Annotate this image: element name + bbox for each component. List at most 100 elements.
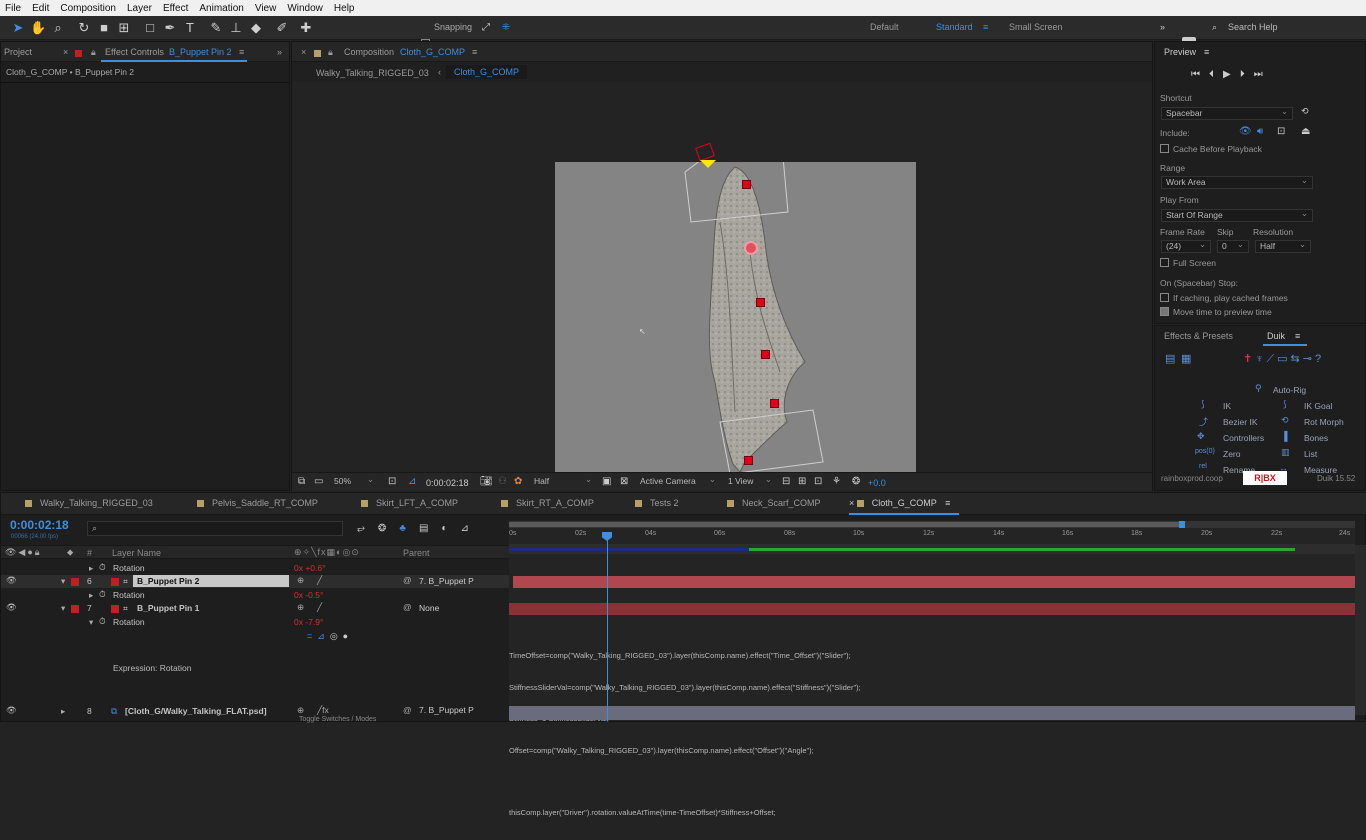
timeline-tab[interactable]: Skirt_RT_A_COMP [501,498,594,508]
clone-stamp-tool-icon[interactable]: ⊥ [228,20,244,36]
timeline-tab[interactable]: Tests 2 [635,498,679,508]
camera-tool-icon[interactable]: ■ [96,20,112,36]
composition-mini-flowchart-icon[interactable]: ⥂ [357,523,378,534]
comp-timecode[interactable]: 0:00:02:18 [426,478,469,488]
list-icon[interactable]: ▥ [1281,447,1290,458]
full-screen-checkbox[interactable] [1160,258,1169,267]
auto-rig-icon[interactable]: ⚲ [1255,383,1262,394]
layer-row[interactable]: 👁︎ ▾ 7 ⌗ B_Puppet Pin 1 ⊕ ╱ @ None [1,602,509,615]
ik-button[interactable]: IK [1223,401,1231,411]
roto-brush-tool-icon[interactable]: ✐ [274,20,290,36]
exposure-reset-icon[interactable]: ❂ [852,476,860,487]
breadcrumb-parent-comp[interactable]: Walky_Talking_RIGGED_03 [316,68,429,78]
expand-arrow-icon[interactable]: ▾ [61,576,65,587]
menu-edit[interactable]: Edit [32,3,49,14]
bottom-layer-bar[interactable] [509,706,1355,720]
include-video-icon[interactable]: 👁︎ [1239,126,1252,137]
ik-icon[interactable]: ⟆ [1201,399,1205,410]
parent-column-header[interactable]: Parent [403,548,430,558]
close-comp-tab-icon[interactable]: × [301,47,306,57]
motion-blur-icon[interactable]: ◐ [441,523,460,534]
duik-footer-link[interactable]: rainboxprod.coop [1161,474,1223,483]
property-row-rotation[interactable]: ▸ ⏱ Rotation 0x +0.6° [1,562,509,575]
layer-duration-bar[interactable] [509,603,1355,615]
duik-rigging-icons[interactable]: ✝♆⟋▭⇆⊸? [1243,352,1324,366]
time-ruler[interactable]: 0s 02s 04s 06s 08s 10s 12s 14s 16s 18s 2… [509,529,1355,543]
frame-blending-icon[interactable]: ▤ [419,523,441,534]
include-audio-icon[interactable]: 🔊︎ [1257,126,1263,137]
visibility-eye-icon[interactable]: 👁︎ [6,602,17,613]
parent-dropdown[interactable]: 7. B_Puppet P [419,575,489,587]
search-help-field[interactable]: Search Help [1228,22,1278,32]
bones-icon[interactable]: ▐ [1281,431,1287,441]
tab-effects-presets[interactable]: Effects & Presets [1164,331,1233,341]
layer-anchor-gizmo[interactable] [695,142,715,162]
pick-whip-icon[interactable]: @ [403,602,412,612]
ik-goal-icon[interactable]: ⟆ [1283,399,1287,410]
stopwatch-icon[interactable]: ⏱ [99,562,106,573]
channel-icon[interactable]: ✿ [514,476,522,487]
skip-dropdown[interactable]: 0 [1217,239,1249,253]
rectangle-tool-icon[interactable]: □ [142,20,158,36]
quality-switch-icon[interactable]: ╱ [317,575,322,586]
snapshot-icon[interactable]: 📷︎ [480,476,493,487]
tab-effect-controls[interactable]: Effect Controls [105,47,164,57]
stopwatch-icon[interactable]: ⏱ [99,589,106,600]
workspace-default[interactable]: Default [870,22,899,32]
panel-menu-icon[interactable]: ≡ [239,47,244,57]
duik-notes-icon[interactable]: ▤ [1165,352,1175,365]
play-from-dropdown[interactable]: Start Of Range [1161,208,1313,222]
puppet-pin[interactable] [761,350,770,359]
puppet-pin[interactable] [756,298,765,307]
expression-graph-icon[interactable]: ⊿ [317,631,330,641]
range-dropdown[interactable]: Work Area [1161,175,1313,189]
frame-rate-dropdown[interactable]: (24) [1161,239,1211,253]
tab-duik[interactable]: Duik [1267,331,1285,341]
layer-label-color[interactable] [71,605,79,613]
rotate-tool-icon[interactable]: ↻ [76,20,92,36]
comp-viewer-canvas[interactable] [555,156,916,475]
timeline-scrollbar[interactable] [1355,545,1366,715]
workspace-menu-icon[interactable]: ≡ [983,22,988,32]
layer-label-color[interactable] [111,578,119,586]
menu-composition[interactable]: Composition [60,3,116,14]
selection-tool-icon[interactable]: ➤ [10,20,26,36]
if-caching-checkbox[interactable] [1160,293,1169,302]
shy-switch-icon[interactable]: ⊕ [297,602,304,613]
expand-arrow-icon[interactable]: ▸ [89,590,93,601]
quality-switch-icon[interactable]: ╱ [317,602,322,613]
time-navigator[interactable] [509,521,1355,528]
fx-switch-icon[interactable]: ╱fx [317,705,329,716]
layer-row[interactable]: 👁︎ ▾ 6 ⌗ B_Puppet Pin 2 ⊕ ╱ @ 7. B_Puppe… [1,575,509,588]
timeline-search-input[interactable]: ⌕ [87,521,343,536]
property-value[interactable]: 0x +0.6° [294,563,326,573]
puppet-pin-selected[interactable] [744,241,758,255]
duik-menu-icon[interactable]: ≡ [1295,331,1300,341]
parent-dropdown[interactable]: None [419,602,489,614]
workspace-small-screen[interactable]: Small Screen [1009,22,1063,32]
expand-arrow-icon[interactable]: ▸ [89,563,93,574]
time-navigator-handle[interactable] [1179,521,1185,528]
bezier-ik-icon[interactable]: ⤴ [1199,415,1208,428]
cache-before-playback-checkbox[interactable] [1160,144,1169,153]
property-row-rotation[interactable]: ▾ ⏱ Rotation 0x -7.9° [1,616,509,629]
expand-arrow-icon[interactable]: ▸ [61,706,65,717]
lock-icon[interactable]: 🔒︎ [91,47,96,58]
region-of-interest-icon[interactable]: ▣ [602,476,611,487]
layer-duration-bar-selected[interactable] [513,576,1355,588]
menu-animation[interactable]: Animation [199,3,243,14]
expression-pickwhip-icon[interactable]: ◎ [330,631,343,641]
shy-switch-icon[interactable]: ⊕ [297,575,304,586]
play-icon[interactable]: ▶ [1223,69,1240,80]
transparency-grid-icon[interactable]: ⊠ [620,476,628,487]
layer-row[interactable]: 👁︎ ▸ 8 ⧉ [Cloth_G/Walky_Talking_FLAT.psd… [1,705,509,718]
comp-lock-icon[interactable]: 🔒︎ [328,47,333,58]
zero-icon[interactable]: pos(0) [1195,448,1215,455]
snap-options-icon[interactable]: ⤢ [478,20,494,36]
layer-name[interactable]: B_Puppet Pin 1 [137,603,199,613]
expression-enable-icon[interactable]: = [307,631,317,641]
next-frame-icon[interactable]: ⏵ [1240,69,1254,80]
type-tool-icon[interactable]: T [182,20,198,36]
pan-behind-tool-icon[interactable]: ⊞ [116,20,132,36]
puppet-pin[interactable] [742,180,751,189]
